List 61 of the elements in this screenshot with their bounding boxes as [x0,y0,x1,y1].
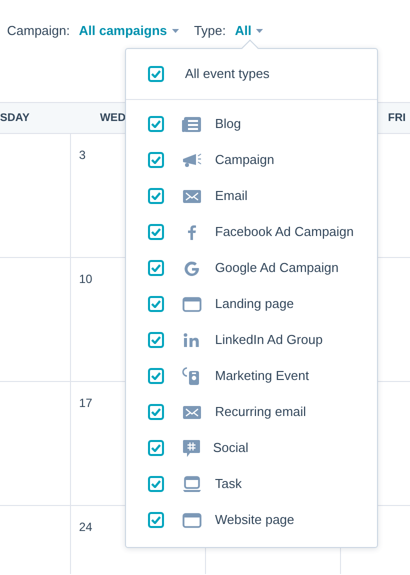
menu-item-label: Task [215,475,242,494]
hashtag-bubble-icon [182,439,202,457]
check-icon [151,120,161,128]
menu-item-label: Facebook Ad Campaign [215,223,354,242]
day-number: 3 [79,147,86,164]
browser-window-icon [182,295,202,313]
google-icon [182,259,202,277]
menu-item-label: Marketing Event [215,367,309,386]
checkbox[interactable] [148,116,164,132]
check-icon [151,264,161,272]
check-icon [151,192,161,200]
day-number: 10 [79,271,92,288]
filter-dropdown[interactable]: All campaigns [78,21,180,41]
news-icon [182,115,202,133]
checkbox[interactable] [148,368,164,384]
checkbox[interactable] [148,476,164,492]
filter-label: Type: [194,22,226,40]
laptop-icon [182,475,202,493]
check-icon [151,372,161,380]
check-icon [151,516,161,524]
filter-label: Campaign: [7,22,70,40]
menu-item-label: Email [215,187,248,206]
check-icon [151,70,161,78]
menu-item-label: Website page [215,511,294,530]
linkedin-icon [182,331,202,349]
checkbox[interactable] [148,440,164,456]
check-icon [151,156,161,164]
menu-item-label: Campaign [215,151,274,170]
checkbox[interactable] [148,66,164,82]
menu-item-label: LinkedIn Ad Group [215,331,323,350]
checkbox[interactable] [148,404,164,420]
badge-icon [182,367,202,385]
checkbox[interactable] [148,296,164,312]
menu-item-label: Google Ad Campaign [215,259,339,278]
megaphone-icon [182,151,202,169]
check-icon [151,336,161,344]
caret-icon [172,29,180,33]
day-number: 24 [79,519,92,536]
menu-item-label: Blog [215,115,242,134]
menu-item-label: Social [213,439,248,458]
check-icon [151,228,161,236]
browser-window-icon [182,511,202,529]
checkbox[interactable] [148,188,164,204]
checkbox[interactable] [148,152,164,168]
check-icon [151,444,161,452]
column-header: SDAY [0,102,70,134]
day-number: 17 [79,395,92,412]
filter-dropdown[interactable]: All [234,21,264,41]
menu-item-label: All event types [185,65,270,84]
caret-icon [256,29,264,33]
menu-item-label: Recurring email [215,403,306,422]
checkbox[interactable] [148,260,164,276]
check-icon [151,480,161,488]
checkbox[interactable] [148,332,164,348]
checkbox[interactable] [148,224,164,240]
check-icon [151,300,161,308]
check-icon [151,408,161,416]
checkbox[interactable] [148,512,164,528]
envelope-icon [182,187,202,205]
menu-item-label: Landing page [215,295,294,314]
envelope-icon [182,403,202,421]
